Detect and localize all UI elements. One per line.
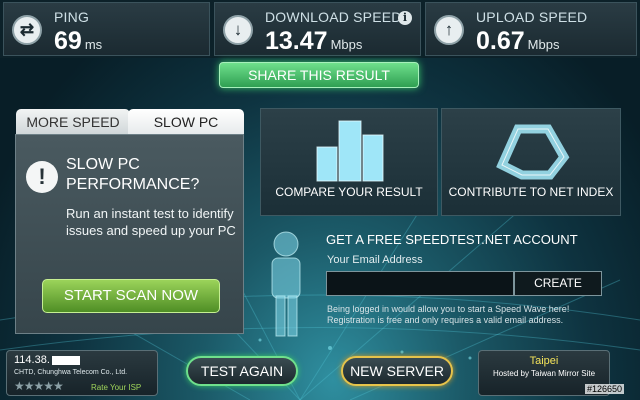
ping-number: 69 — [54, 27, 82, 55]
warning-icon: ! — [26, 161, 58, 193]
server-city: Taipei — [529, 355, 559, 367]
test-again-button[interactable]: TEST AGAIN — [186, 356, 298, 386]
watermark: #126650 — [585, 384, 625, 394]
download-number: 13.47 — [265, 27, 328, 55]
ping-unit: ms — [84, 37, 103, 52]
upload-panel: ↑ UPLOAD SPEED 0.67 Mbps — [425, 2, 637, 56]
download-arrow-icon: ↓ — [223, 15, 253, 45]
ping-label: PING — [54, 9, 90, 25]
rate-isp-link[interactable]: Rate Your ISP — [91, 383, 141, 392]
download-unit: Mbps — [330, 37, 363, 52]
compare-result-tile[interactable]: COMPARE YOUR RESULT — [260, 108, 438, 216]
ping-icon: ⇄ — [12, 15, 42, 45]
bar-chart-icon — [316, 120, 384, 182]
download-value: 13.47 Mbps — [265, 27, 362, 56]
contribute-tile[interactable]: CONTRIBUTE TO NET INDEX — [441, 108, 621, 216]
download-panel: ↓ DOWNLOAD SPEED i 13.47 Mbps — [214, 2, 421, 56]
slow-pc-title: SLOW PC PERFORMANCE? — [66, 156, 200, 193]
isp-info: 114.38. CHTD, Chunghwa Telecom Co., Ltd.… — [6, 350, 158, 396]
rating-stars[interactable]: ★★★★★ — [14, 379, 64, 393]
tab-slow-pc[interactable]: SLOW PC — [128, 109, 244, 135]
tab-more-speed[interactable]: MORE SPEED — [16, 109, 130, 135]
metrics-bar: ⇄ PING 69 ms ↓ DOWNLOAD SPEED i 13.47 Mbps… — [0, 0, 640, 58]
person-figure-icon — [271, 231, 301, 337]
ping-panel: ⇄ PING 69 ms — [3, 2, 210, 56]
ip-redaction — [51, 355, 80, 365]
upload-arrow-icon: ↑ — [434, 15, 464, 45]
share-result-button[interactable]: SHARE THIS RESULT — [219, 62, 419, 88]
account-note: Being logged in would allow you to start… — [327, 304, 570, 325]
start-scan-button[interactable]: START SCAN NOW — [42, 279, 220, 313]
ip-address: 114.38. — [14, 354, 80, 366]
new-server-button[interactable]: NEW SERVER — [341, 356, 453, 386]
create-account-button[interactable]: CREATE — [514, 271, 602, 296]
upload-value: 0.67 Mbps — [476, 27, 559, 56]
info-icon[interactable]: i — [398, 11, 412, 25]
download-label: DOWNLOAD SPEED — [265, 9, 402, 25]
ping-value: 69 ms — [54, 27, 102, 56]
account-title: GET A FREE SPEEDTEST.NET ACCOUNT — [326, 232, 578, 247]
compare-result-label: COMPARE YOUR RESULT — [275, 185, 423, 199]
ip-text: 114.38. — [14, 354, 50, 366]
upload-unit: Mbps — [527, 37, 560, 52]
upload-label: UPLOAD SPEED — [476, 9, 588, 25]
upload-number: 0.67 — [476, 27, 525, 55]
server-host: Hosted by Taiwan Mirror Site — [492, 369, 596, 378]
email-field[interactable] — [326, 271, 514, 296]
slow-pc-description: Run an instant test to identify issues a… — [66, 206, 236, 238]
slow-pc-panel: ! SLOW PC PERFORMANCE? Run an instant te… — [15, 134, 244, 334]
contribute-label: CONTRIBUTE TO NET INDEX — [448, 185, 614, 199]
net-index-icon — [496, 124, 570, 180]
email-label: Your Email Address — [327, 254, 423, 266]
isp-name: CHTD, Chunghwa Telecom Co., Ltd. — [14, 369, 128, 376]
